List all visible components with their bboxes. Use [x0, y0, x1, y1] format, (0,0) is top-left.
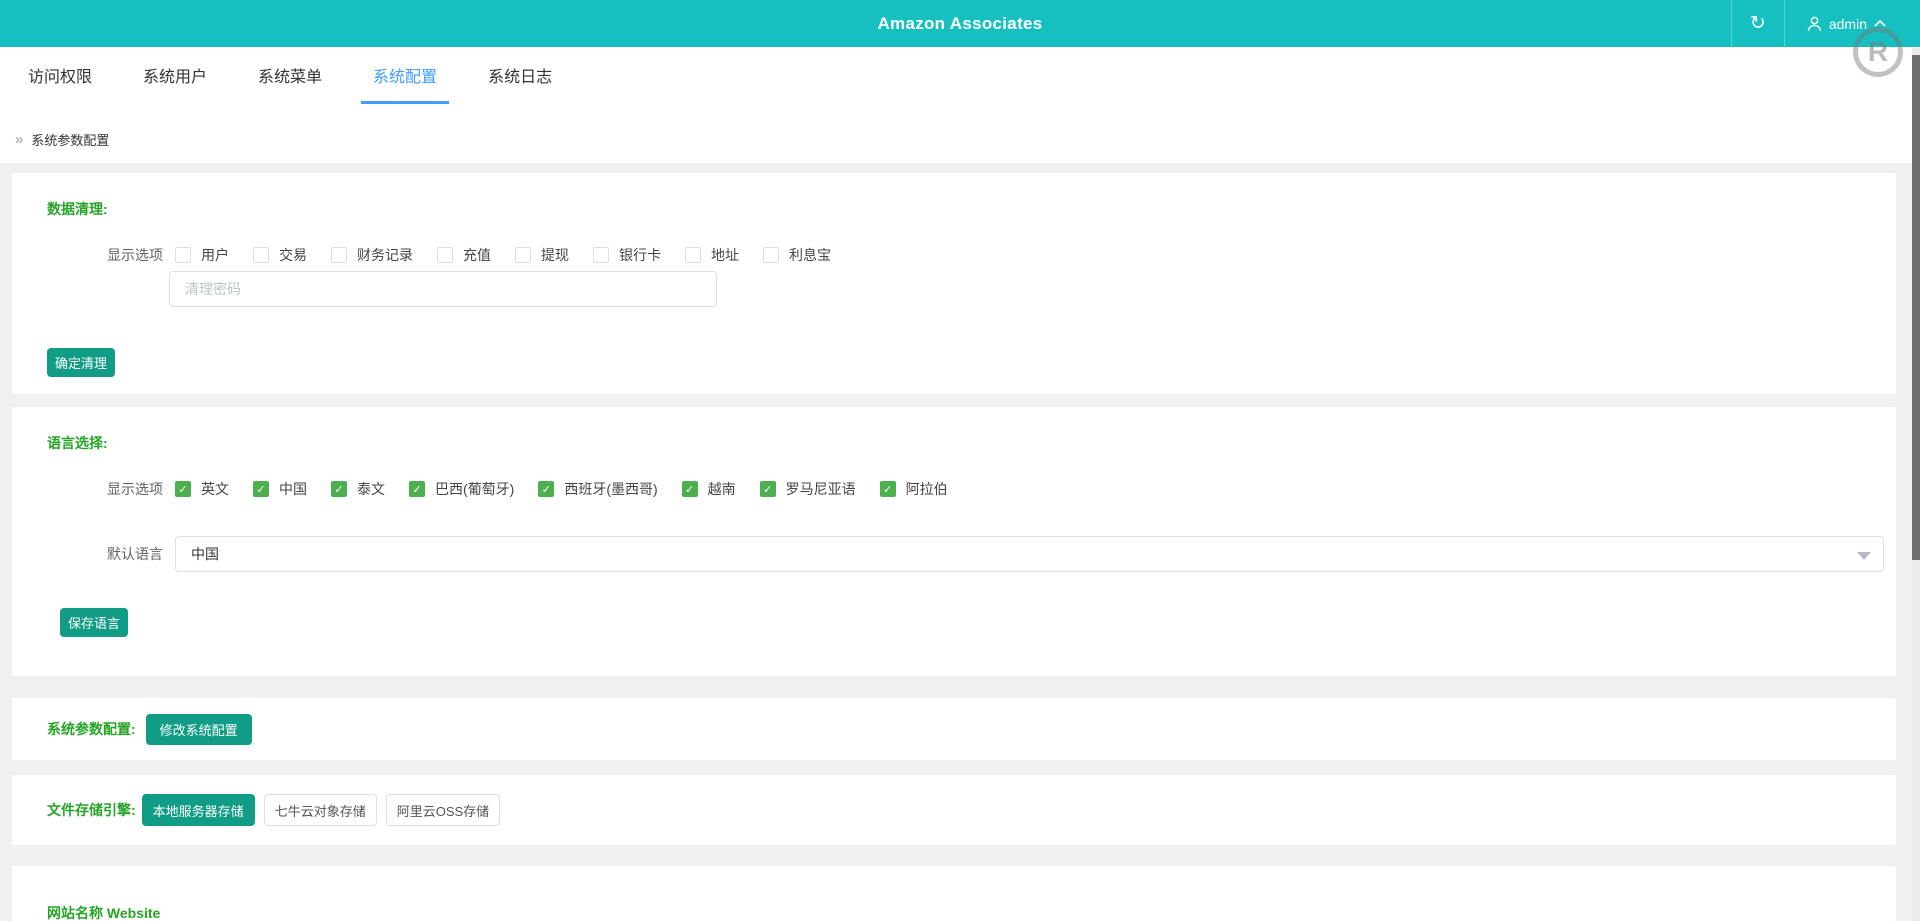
checkbox-label: 财务记录	[357, 247, 413, 263]
checkbox-box[interactable]	[515, 247, 531, 263]
file-storage-title: 文件存储引擎:	[47, 802, 136, 818]
checkbox-english[interactable]: ✓ 英文	[175, 479, 229, 499]
refresh-icon: ↻	[1749, 13, 1766, 34]
tab-system-config[interactable]: 系统配置	[361, 68, 450, 104]
data-cleanup-card: 数据清理: 显示选项 用户 交易 财务记录 充值 提现 银行卡 地址 利息宝 清…	[12, 173, 1896, 394]
checkbox-box-checked[interactable]: ✓	[759, 481, 776, 497]
checkbox-vietnam[interactable]: ✓ 越南	[681, 479, 736, 499]
system-config-title: 系统参数配置:	[47, 721, 136, 737]
checkbox-box-checked[interactable]: ✓	[253, 481, 269, 497]
data-cleanup-checkbox-group: 用户 交易 财务记录 充值 提现 银行卡 地址 利息宝	[175, 245, 831, 265]
user-menu[interactable]: admin	[1785, 0, 1912, 47]
checkbox-box-checked[interactable]: ✓	[175, 481, 191, 497]
confirm-cleanup-button[interactable]: 确定清理	[47, 348, 116, 377]
checkbox-label: 地址	[711, 247, 739, 263]
app-title: Amazon Associates	[877, 14, 1043, 33]
refresh-button[interactable]: ↻	[1732, 0, 1784, 47]
checkbox-label: 交易	[279, 247, 307, 263]
page-content: 数据清理: 显示选项 用户 交易 财务记录 充值 提现 银行卡 地址 利息宝 清…	[0, 163, 1920, 921]
checkbox-box-checked[interactable]: ✓	[331, 481, 347, 497]
checkbox-box-checked[interactable]: ✓	[681, 481, 698, 497]
checkbox-label: 阿拉伯	[905, 481, 948, 497]
checkbox-label: 中国	[279, 481, 307, 497]
checkbox-label: 银行卡	[619, 247, 661, 263]
scrollbar-thumb[interactable]	[1912, 55, 1920, 560]
checkbox-box[interactable]	[175, 247, 191, 263]
chevron-down-icon	[1857, 552, 1871, 560]
checkbox-box[interactable]	[437, 247, 453, 263]
header-controls: ↻ admin	[1730, 0, 1912, 47]
checkbox-spanish-mexico[interactable]: ✓ 西班牙(墨西哥)	[538, 479, 658, 499]
checkbox-recharge[interactable]: 充值	[437, 245, 491, 265]
website-name-title: 网站名称 Website	[47, 905, 161, 921]
checkbox-label: 利息宝	[789, 247, 831, 263]
checkbox-interest-treasure[interactable]: 利息宝	[763, 245, 831, 265]
breadcrumb: » 系统参数配置	[0, 116, 1920, 163]
default-language-row: 默认语言 中国	[47, 536, 1896, 572]
checkbox-box[interactable]	[685, 247, 701, 263]
checkbox-thai[interactable]: ✓ 泰文	[331, 479, 385, 499]
checkbox-label: 罗马尼亚语	[785, 481, 856, 497]
language-checkbox-group: ✓ 英文 ✓ 中国 ✓ 泰文 ✓ 巴西(葡萄牙) ✓ 西班牙(墨西哥) ✓ 越南…	[175, 479, 948, 499]
breadcrumb-arrow-icon: »	[15, 131, 24, 148]
tab-system-logs[interactable]: 系统日志	[476, 68, 564, 104]
options-label: 显示选项	[107, 481, 163, 497]
language-select-title: 语言选择:	[47, 435, 108, 451]
user-icon	[1807, 16, 1822, 31]
storage-local-server-button[interactable]: 本地服务器存储	[141, 794, 255, 826]
scrollbar[interactable]	[1912, 47, 1920, 921]
checkbox-financial-records[interactable]: 财务记录	[331, 245, 413, 265]
checkbox-label: 提现	[541, 247, 569, 263]
checkbox-label: 用户	[201, 247, 229, 263]
chevron-up-icon	[1874, 20, 1886, 27]
checkbox-label: 西班牙(墨西哥)	[564, 481, 658, 497]
checkbox-label: 越南	[707, 481, 736, 497]
breadcrumb-label: 系统参数配置	[31, 133, 110, 148]
language-select-card: 语言选择: 显示选项 ✓ 英文 ✓ 中国 ✓ 泰文 ✓ 巴西(葡萄牙) ✓ 西班…	[12, 407, 1896, 676]
checkbox-box-checked[interactable]: ✓	[879, 481, 896, 497]
checkbox-label: 泰文	[357, 481, 385, 497]
checkbox-china[interactable]: ✓ 中国	[253, 479, 307, 499]
storage-button-group: 本地服务器存储 七牛云对象存储 阿里云OSS存储	[141, 794, 501, 826]
default-language-value: 中国	[191, 546, 219, 562]
modify-system-config-button[interactable]: 修改系统配置	[145, 713, 252, 745]
tab-access-permissions[interactable]: 访问权限	[16, 68, 104, 104]
cleanup-password-row	[169, 271, 1896, 307]
checkbox-box[interactable]	[253, 247, 269, 263]
default-language-select[interactable]: 中国	[175, 536, 1884, 572]
checkbox-label: 巴西(葡萄牙)	[435, 481, 515, 497]
checkbox-bank-card[interactable]: 银行卡	[593, 245, 661, 265]
user-name: admin	[1828, 15, 1867, 32]
language-options-row: 显示选项 ✓ 英文 ✓ 中国 ✓ 泰文 ✓ 巴西(葡萄牙) ✓ 西班牙(墨西哥)…	[47, 479, 1896, 499]
tab-bar: 访问权限 系统用户 系统菜单 系统配置 系统日志	[0, 47, 1920, 116]
system-config-card: 系统参数配置: 修改系统配置	[12, 698, 1896, 760]
checkbox-arabic[interactable]: ✓ 阿拉伯	[879, 479, 948, 499]
checkbox-box-checked[interactable]: ✓	[409, 481, 425, 497]
tab-system-users[interactable]: 系统用户	[131, 68, 219, 104]
save-language-button[interactable]: 保存语言	[60, 608, 129, 637]
checkbox-romanian[interactable]: ✓ 罗马尼亚语	[759, 479, 856, 499]
checkbox-address[interactable]: 地址	[685, 245, 739, 265]
storage-qiniu-button[interactable]: 七牛云对象存储	[263, 794, 377, 826]
default-language-label: 默认语言	[107, 546, 163, 562]
checkbox-box[interactable]	[331, 247, 347, 263]
data-cleanup-title: 数据清理:	[47, 201, 108, 217]
file-storage-card: 文件存储引擎: 本地服务器存储 七牛云对象存储 阿里云OSS存储	[12, 775, 1896, 845]
checkbox-box[interactable]	[763, 247, 779, 263]
checkbox-box-checked[interactable]: ✓	[538, 481, 555, 497]
checkbox-label: 英文	[201, 481, 229, 497]
website-name-card: 网站名称 Website	[12, 866, 1896, 921]
storage-aliyun-oss-button[interactable]: 阿里云OSS存储	[385, 794, 501, 826]
checkbox-box[interactable]	[593, 247, 609, 263]
checkbox-label: 充值	[463, 247, 491, 263]
tab-system-menu[interactable]: 系统菜单	[246, 68, 334, 104]
checkbox-withdrawal[interactable]: 提现	[515, 245, 569, 265]
cleanup-password-input[interactable]	[169, 271, 717, 307]
checkbox-brazil-portuguese[interactable]: ✓ 巴西(葡萄牙)	[409, 479, 514, 499]
data-cleanup-options-row: 显示选项 用户 交易 财务记录 充值 提现 银行卡 地址 利息宝	[47, 245, 1896, 265]
checkbox-transactions[interactable]: 交易	[253, 245, 307, 265]
options-label: 显示选项	[107, 247, 163, 263]
checkbox-users[interactable]: 用户	[175, 245, 229, 265]
app-header: Amazon Associates ↻ admin	[0, 0, 1920, 47]
